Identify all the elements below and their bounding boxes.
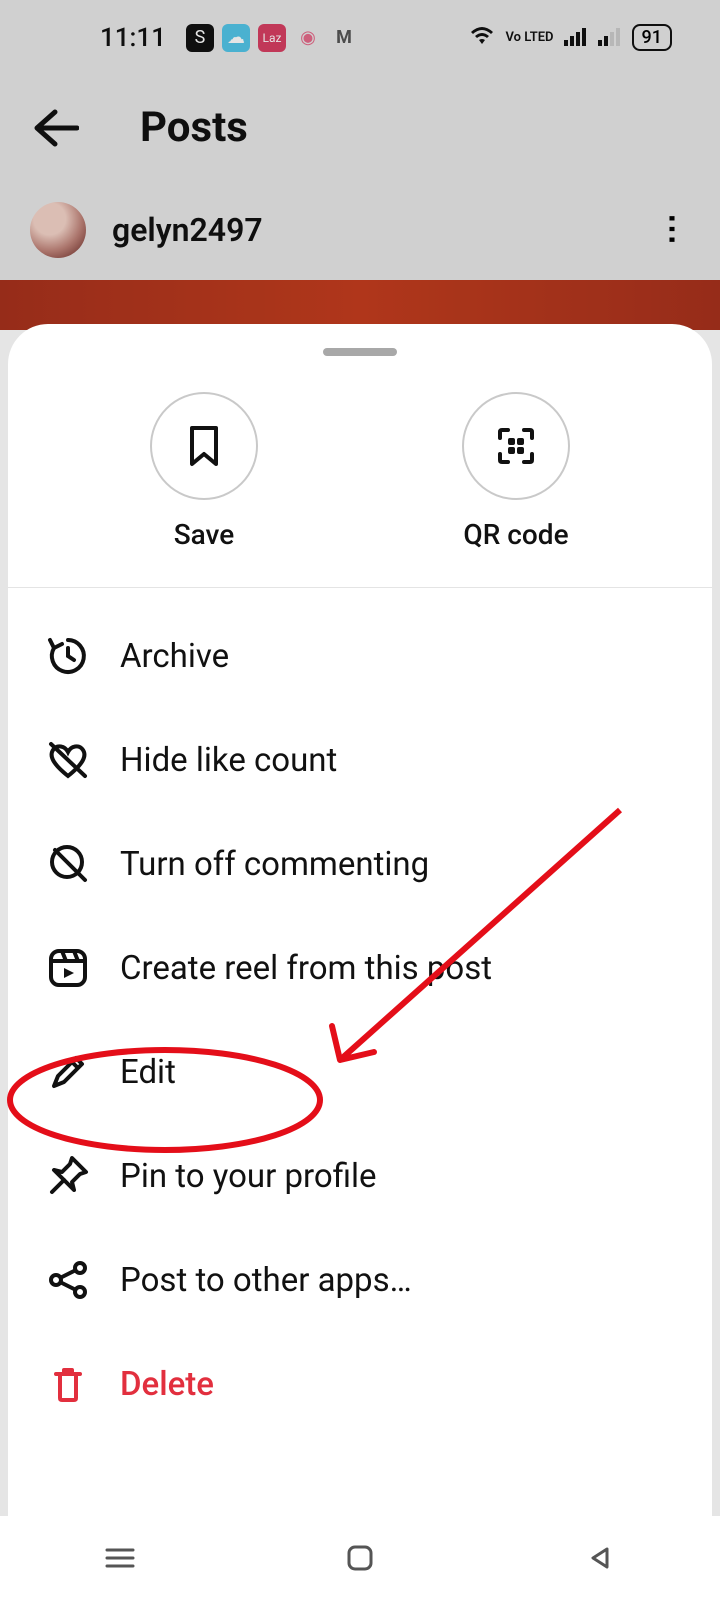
- app-notif-icon: Laz: [258, 24, 286, 52]
- bookmark-icon: [182, 424, 226, 468]
- post-other-apps-item[interactable]: Post to other apps…: [8, 1228, 712, 1332]
- trash-icon: [44, 1360, 92, 1408]
- top-actions: Save QR code: [8, 356, 712, 587]
- recents-button[interactable]: [100, 1538, 140, 1578]
- qrcode-label: QR code: [463, 518, 568, 551]
- action-sheet: Save QR code Archive: [8, 324, 712, 1600]
- delete-label: Delete: [120, 1365, 214, 1404]
- status-left: 11:11 S ☁ Laz ◉ M: [100, 23, 358, 53]
- volte-icon: Vo LTED: [505, 31, 553, 44]
- heart-slash-icon: [44, 736, 92, 784]
- reel-icon: [44, 944, 92, 992]
- home-button[interactable]: [340, 1538, 380, 1578]
- back-nav-button[interactable]: [580, 1538, 620, 1578]
- more-options-button[interactable]: ⋯: [654, 213, 692, 247]
- save-icon-circle: [150, 392, 258, 500]
- app-header: Posts: [0, 75, 720, 180]
- save-action[interactable]: Save: [150, 392, 258, 551]
- create-reel-item[interactable]: Create reel from this post: [8, 916, 712, 1020]
- status-time: 11:11: [100, 23, 166, 53]
- gmail-icon: M: [330, 24, 358, 52]
- archive-item[interactable]: Archive: [8, 604, 712, 708]
- avatar[interactable]: [30, 202, 86, 258]
- system-navbar: [0, 1516, 720, 1600]
- pin-label: Pin to your profile: [120, 1157, 377, 1196]
- qrcode-action[interactable]: QR code: [462, 392, 570, 551]
- archive-icon: [44, 632, 92, 680]
- status-bar: 11:11 S ☁ Laz ◉ M Vo LTED 91: [0, 0, 720, 75]
- turn-off-commenting-label: Turn off commenting: [120, 845, 429, 884]
- pencil-icon: [44, 1048, 92, 1096]
- app-notif-icon: ◉: [294, 24, 322, 52]
- turn-off-commenting-item[interactable]: Turn off commenting: [8, 812, 712, 916]
- signal-icon: [564, 26, 588, 50]
- qrcode-icon: [494, 424, 538, 468]
- archive-label: Archive: [120, 637, 229, 676]
- app-notif-icon: ☁: [222, 24, 250, 52]
- hide-like-label: Hide like count: [120, 741, 337, 780]
- create-reel-label: Create reel from this post: [120, 949, 492, 988]
- pin-icon: [44, 1152, 92, 1200]
- back-button[interactable]: [30, 103, 80, 153]
- qrcode-icon-circle: [462, 392, 570, 500]
- post-image-fragment: [0, 280, 720, 330]
- post-author-row: gelyn2497 ⋯: [0, 180, 720, 280]
- status-right: Vo LTED 91: [469, 24, 672, 51]
- post-other-apps-label: Post to other apps…: [120, 1261, 412, 1300]
- edit-label: Edit: [120, 1053, 176, 1092]
- app-notif-icon: S: [186, 24, 214, 52]
- wifi-icon: [469, 26, 495, 50]
- comment-off-icon: [44, 840, 92, 888]
- drag-handle[interactable]: [323, 348, 397, 356]
- menu-list: Archive Hide like count Turn off comment…: [8, 588, 712, 1452]
- page-title: Posts: [140, 103, 248, 152]
- delete-item[interactable]: Delete: [8, 1332, 712, 1436]
- battery-icon: 91: [632, 24, 672, 51]
- edit-item[interactable]: Edit: [8, 1020, 712, 1124]
- pin-item[interactable]: Pin to your profile: [8, 1124, 712, 1228]
- share-icon: [44, 1256, 92, 1304]
- save-label: Save: [174, 518, 235, 551]
- username[interactable]: gelyn2497: [112, 211, 263, 249]
- signal-icon-2: [598, 26, 622, 50]
- hide-like-item[interactable]: Hide like count: [8, 708, 712, 812]
